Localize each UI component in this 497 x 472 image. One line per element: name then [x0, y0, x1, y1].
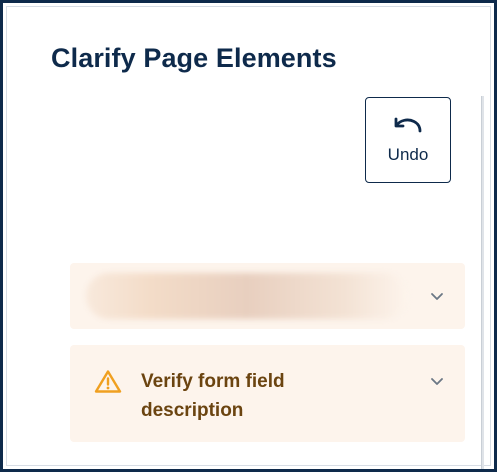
- chevron-down-icon: [431, 293, 443, 300]
- panel-label: Verify form field description: [141, 371, 285, 421]
- suggestion-panel-verify-form-field[interactable]: Verify form field description: [70, 345, 465, 442]
- undo-button-label: Undo: [387, 145, 429, 164]
- chevron-down-icon: [431, 378, 443, 385]
- page-title: Clarify Page Elements: [51, 43, 337, 73]
- undo-arrow-icon: [394, 117, 422, 133]
- suggestion-panel-redacted[interactable]: [70, 263, 465, 329]
- app-frame: Clarify Page Elements Undo Verify form f…: [0, 0, 497, 472]
- side-panel-divider: [481, 96, 484, 469]
- redacted-panel-label: [86, 273, 408, 319]
- warning-icon: [94, 370, 122, 393]
- undo-button[interactable]: Undo: [365, 97, 451, 183]
